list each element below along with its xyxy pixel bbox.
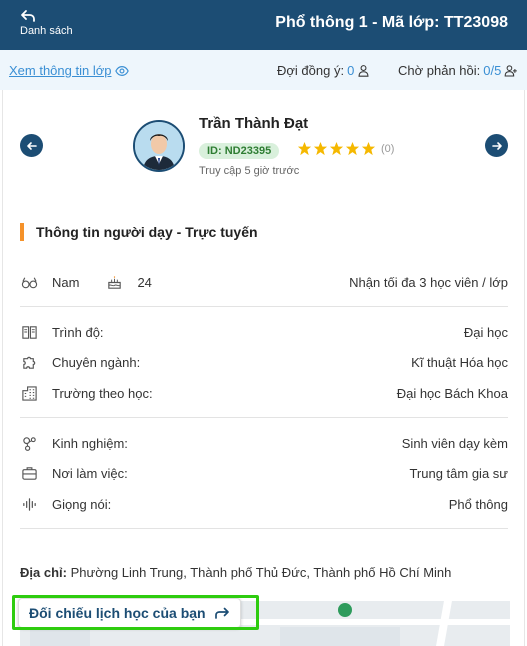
building-icon <box>20 384 38 402</box>
workplace-value: Trung tâm gia sư <box>409 465 508 481</box>
map-block <box>280 627 400 646</box>
address: Địa chỉ: Phường Linh Trung, Thành phố Th… <box>20 565 451 580</box>
gender-icon <box>20 273 38 291</box>
address-label: Địa chỉ: <box>20 565 67 580</box>
map-pin-icon <box>338 603 352 617</box>
address-value: Phường Linh Trung, Thành phố Thủ Đức, Th… <box>70 565 452 580</box>
user-icon <box>358 65 369 77</box>
previous-tutor-button[interactable] <box>20 134 43 157</box>
review-count: (0) <box>381 142 395 155</box>
school-label: Trường theo học: <box>52 385 153 401</box>
school-row: Trường theo học: Đại học Bách Khoa <box>20 383 508 403</box>
last-access: Truy cập 5 giờ trước <box>199 165 300 177</box>
top-bar: Danh sách Phổ thông 1 - Mã lớp: TT23098 <box>0 0 527 50</box>
awaiting-response-count: 0/5 <box>483 63 502 78</box>
capacity-value: Nhận tối đa 3 học viên / lớp <box>349 274 508 290</box>
arrow-right-icon <box>491 141 502 150</box>
star-icon <box>313 141 328 156</box>
experience-icon <box>20 434 38 452</box>
major-value: Kĩ thuật Hóa học <box>411 354 508 370</box>
divider <box>20 417 508 418</box>
rating-stars: (0) <box>297 141 394 156</box>
share-arrow-icon <box>214 607 229 619</box>
section-title: Thông tin người dạy - Trực tuyến <box>20 223 258 241</box>
tutor-avatar <box>133 120 185 172</box>
next-tutor-button[interactable] <box>485 134 508 157</box>
eye-icon <box>115 65 130 76</box>
basic-info-row: Nam 24 Nhận tối đa 3 học viên / lớp <box>20 272 508 292</box>
star-icon <box>345 141 360 156</box>
voice-label: Giọng nói: <box>52 496 112 512</box>
school-value: Đại học Bách Khoa <box>396 385 508 401</box>
star-icon <box>329 141 344 156</box>
tutor-name: Trần Thành Đạt <box>199 115 309 132</box>
voice-value: Phổ thông <box>448 496 508 512</box>
divider <box>20 528 508 529</box>
view-class-info-label: Xem thông tin lớp <box>9 63 112 78</box>
level-label: Trình độ: <box>52 324 104 340</box>
level-value: Đại học <box>463 324 508 340</box>
map-block <box>30 627 90 646</box>
back-button[interactable]: Danh sách <box>20 8 73 37</box>
awaiting-agreement-label: Đợi đồng ý: <box>277 63 345 78</box>
back-arrow-icon <box>21 10 35 22</box>
voice-row: Giọng nói: Phổ thông <box>20 494 508 514</box>
workplace-label: Nơi làm việc: <box>52 465 128 481</box>
major-row: Chuyên ngành: Kĩ thuật Hóa học <box>20 352 508 372</box>
tutor-id-badge: ID: ND23395 <box>199 143 280 159</box>
compare-schedule-button[interactable]: Đối chiếu lịch học của bạn <box>18 598 241 628</box>
awaiting-agreement-count: 0 <box>347 63 355 78</box>
view-class-info-link[interactable]: Xem thông tin lớp <box>9 63 130 78</box>
avatar-photo <box>135 122 183 170</box>
back-label: Danh sách <box>20 25 73 37</box>
sound-wave-icon <box>20 495 38 513</box>
awaiting-response: Chờ phản hồi: 0/5 <box>398 63 518 78</box>
star-icon <box>361 141 376 156</box>
class-info-bar: Xem thông tin lớp Đợi đồng ý: 0 Chờ phản… <box>0 50 527 90</box>
book-icon <box>20 323 38 341</box>
age-value: 24 <box>137 274 152 290</box>
workplace-row: Nơi làm việc: Trung tâm gia sư <box>20 463 508 483</box>
gender-value: Nam <box>52 274 80 290</box>
major-label: Chuyên ngành: <box>52 354 141 370</box>
user-add-icon <box>504 65 518 77</box>
experience-label: Kinh nghiệm: <box>52 435 128 451</box>
experience-value: Sinh viên dạy kèm <box>401 435 508 451</box>
awaiting-agreement: Đợi đồng ý: 0 <box>277 63 370 78</box>
briefcase-icon <box>20 464 38 482</box>
puzzle-icon <box>20 353 38 371</box>
compare-schedule-label: Đối chiếu lịch học của bạn <box>29 605 206 621</box>
birthday-cake-icon <box>105 273 123 291</box>
level-row: Trình độ: Đại học <box>20 322 508 342</box>
divider <box>20 306 508 307</box>
awaiting-response-label: Chờ phản hồi: <box>398 63 481 78</box>
star-icon <box>297 141 312 156</box>
page-title: Phổ thông 1 - Mã lớp: TT23098 <box>275 14 508 31</box>
arrow-left-icon <box>26 141 37 150</box>
experience-row: Kinh nghiệm: Sinh viên dạy kèm <box>20 433 508 453</box>
